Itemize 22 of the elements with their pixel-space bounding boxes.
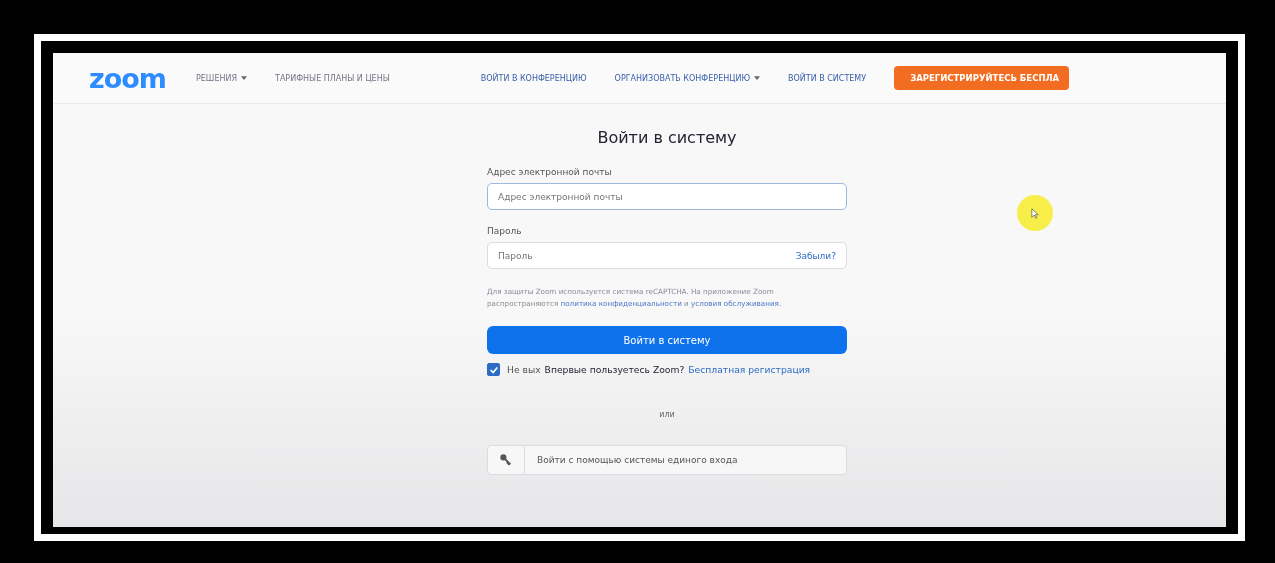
new-user-text: Впервые пользуетесь Zoom? <box>544 364 685 375</box>
nav-link[interactable]: ОРГАНИЗОВАТЬ КОНФЕРЕНЦИЮ <box>614 73 761 83</box>
mouse-pointer-icon <box>1031 207 1039 219</box>
sign-in-button[interactable]: Войти в систему <box>487 326 847 354</box>
sso-button[interactable]: Войти с помощью системы единого входа <box>487 445 847 475</box>
email-field[interactable]: Адрес электронной почты <box>487 183 847 210</box>
divider-text: или <box>658 410 676 419</box>
checkbox[interactable] <box>487 363 500 376</box>
field-label: Адрес электронной почты <box>487 167 613 177</box>
password-field[interactable]: Пароль Забыли? <box>487 242 847 269</box>
page-title: Войти в систему <box>596 128 738 147</box>
checkbox-label: Не вых <box>507 364 541 375</box>
zoom-logo[interactable]: zoom <box>89 62 166 94</box>
register-link[interactable]: Бесплатная регистрация <box>688 364 811 375</box>
nav-link[interactable]: ТАРИФНЫЕ ПЛАНЫ И ЦЕНЫ <box>275 73 390 83</box>
key-icon <box>499 453 513 467</box>
nav-link[interactable]: ВОЙТИ В КОНФЕРЕНЦИЮ <box>480 73 587 83</box>
nav-link[interactable]: РЕШЕНИЯ <box>195 73 247 83</box>
forgot-password-link[interactable]: Забыли? <box>795 250 836 261</box>
signup-button[interactable]: ЗАРЕГИСТРИРУЙТЕСЬ БЕСПЛА <box>894 66 1070 90</box>
nav-link[interactable]: ВОЙТИ В СИСТЕМУ <box>788 73 867 83</box>
field-label: Пароль <box>487 226 523 236</box>
